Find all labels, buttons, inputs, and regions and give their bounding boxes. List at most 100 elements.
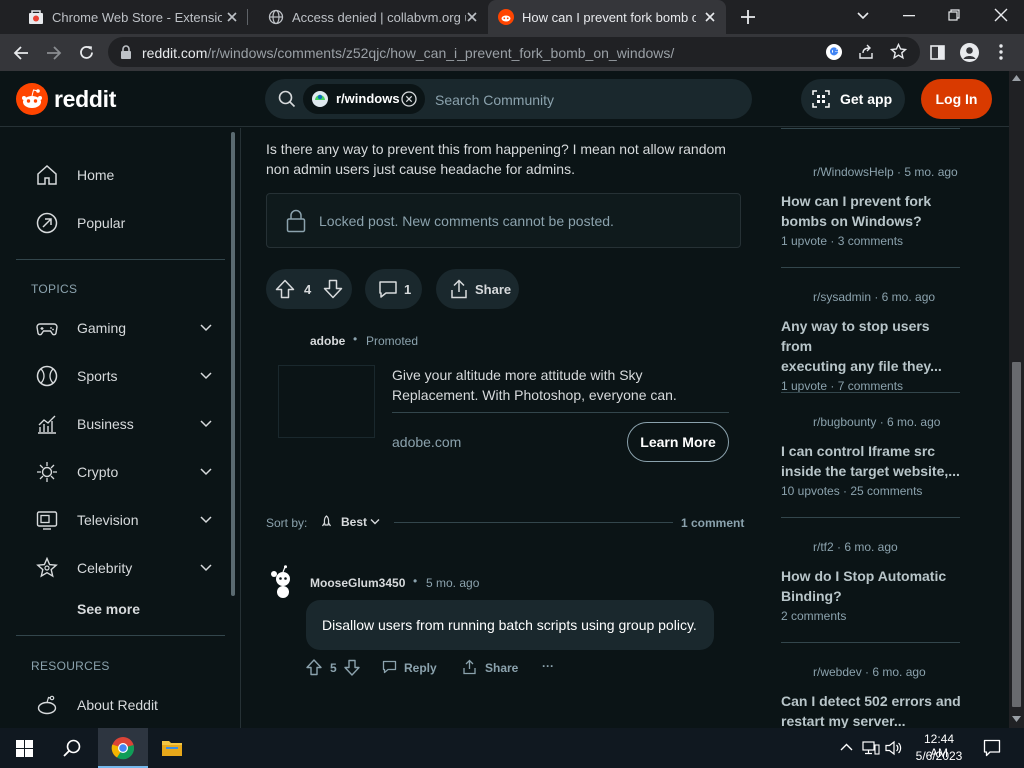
post-share-button[interactable]: Share	[436, 269, 519, 309]
comment-downvote-icon[interactable]	[344, 659, 360, 676]
ad-text-line: Replacement. With Photoshop, everyone ca…	[392, 387, 677, 403]
forward-arrow-icon[interactable]	[46, 45, 62, 61]
chrome-web-store-icon	[29, 10, 43, 24]
related-post-subreddit[interactable]: r/bugbounty · 6 mo. ago	[813, 415, 961, 429]
related-post-card[interactable]: r/webdev · 6 mo. ago Can I detect 502 er…	[781, 665, 961, 728]
get-app-label: Get app	[840, 91, 893, 107]
close-window-icon[interactable]	[994, 8, 1008, 22]
related-post-card[interactable]: r/sysadmin · 6 mo. ago Any way to stop u…	[781, 290, 961, 393]
sidebar-item-crypto[interactable]: Crypto	[30, 452, 220, 492]
bookmark-star-icon[interactable]	[890, 43, 907, 60]
close-tab-icon[interactable]	[466, 11, 478, 23]
sort-dropdown[interactable]: Best	[320, 512, 382, 532]
network-icon[interactable]	[862, 740, 880, 756]
related-post-title[interactable]: How can I prevent fork bombs on Windows?	[781, 191, 961, 231]
side-panel-icon[interactable]	[930, 45, 945, 60]
search-bar[interactable]: r/windows Search Community	[265, 79, 752, 119]
sidebar-item-celebrity[interactable]: Celebrity	[30, 548, 220, 588]
url-text[interactable]: reddit.com/r/windows/comments/z52qjc/how…	[142, 45, 674, 61]
related-post-subreddit[interactable]: r/webdev · 6 mo. ago	[813, 665, 961, 679]
sidebar-item-television[interactable]: Television	[30, 500, 220, 540]
related-post-card[interactable]: r/bugbounty · 6 mo. ago I can control If…	[781, 415, 961, 498]
page-scrollbar[interactable]	[1009, 71, 1024, 728]
comment-upvote-icon[interactable]	[306, 659, 322, 676]
close-tab-icon[interactable]	[704, 11, 716, 23]
post-comments-button[interactable]: 1	[365, 269, 422, 309]
lock-icon[interactable]	[120, 45, 132, 59]
related-post-card[interactable]: r/WindowsHelp · 5 mo. ago How can I prev…	[781, 165, 961, 248]
crypto-icon	[37, 462, 57, 482]
back-arrow-icon[interactable]	[13, 45, 29, 61]
ad-domain[interactable]: adobe.com	[392, 434, 461, 450]
notification-center-icon[interactable]	[983, 739, 1001, 757]
comment-more-options[interactable]: ···	[542, 659, 554, 673]
comment-share-button[interactable]: Share	[462, 656, 522, 678]
taskbar-date[interactable]: 5/6/2023	[914, 749, 964, 763]
profile-avatar-icon[interactable]	[960, 43, 979, 62]
sidebar-item-business[interactable]: Business	[30, 404, 220, 444]
taskbar-chrome-button[interactable]	[98, 728, 148, 768]
reddit-logo-icon[interactable]	[16, 83, 48, 115]
snoo-avatar-icon[interactable]	[268, 565, 296, 599]
chevron-down-icon[interactable]	[200, 563, 212, 573]
volume-icon[interactable]	[885, 740, 903, 756]
clear-community-icon[interactable]	[401, 91, 417, 107]
tab-reddit-active[interactable]: How can I prevent fork bomb on	[488, 0, 726, 34]
restore-icon[interactable]	[948, 9, 960, 21]
new-tab-icon[interactable]	[740, 9, 756, 25]
tray-chevron-up-icon[interactable]	[840, 743, 853, 751]
related-post-subreddit[interactable]: r/tf2 · 6 mo. ago	[813, 540, 961, 554]
search-placeholder[interactable]: Search Community	[435, 92, 554, 108]
minimize-icon[interactable]	[903, 15, 915, 17]
address-bar[interactable]: reddit.com/r/windows/comments/z52qjc/how…	[108, 37, 920, 67]
log-in-button[interactable]: Log In	[921, 79, 992, 119]
chrome-menu-icon[interactable]	[999, 44, 1003, 60]
related-divider	[781, 517, 960, 518]
chevron-down-icon[interactable]	[200, 467, 212, 477]
reddit-wordmark[interactable]: reddit	[54, 86, 116, 113]
post-body: Is there any way to prevent this from ha…	[266, 139, 726, 179]
page-scrollbar-thumb[interactable]	[1012, 362, 1021, 707]
related-post-title[interactable]: How do I Stop Automatic Binding?	[781, 566, 961, 606]
television-icon	[36, 511, 58, 530]
tab-collabvm[interactable]: Access denied | collabvm.org use	[248, 0, 486, 34]
related-post-card[interactable]: r/tf2 · 6 mo. ago How do I Stop Automati…	[781, 540, 961, 623]
share-page-icon[interactable]	[858, 44, 874, 60]
sidebar-item-home[interactable]: Home	[30, 155, 220, 195]
reload-icon[interactable]	[78, 44, 95, 61]
ad-advertiser[interactable]: adobe	[310, 334, 345, 348]
upvote-icon[interactable]	[275, 279, 295, 299]
tab-search-chevron-icon[interactable]	[856, 11, 870, 21]
ad-text[interactable]: Give your altitude more attitude with Sk…	[392, 365, 677, 405]
windows-start-icon[interactable]	[16, 740, 33, 757]
close-tab-icon[interactable]	[226, 11, 238, 23]
related-post-title[interactable]: I can control Iframe src inside the targe…	[781, 441, 961, 481]
comment-reply-button[interactable]: Reply	[382, 656, 440, 678]
sidebar-item-sports[interactable]: Sports	[30, 356, 220, 396]
google-lens-icon[interactable]	[825, 43, 843, 61]
sidebar-item-popular[interactable]: Popular	[30, 203, 220, 243]
chevron-down-icon[interactable]	[200, 323, 212, 333]
related-post-title[interactable]: Any way to stop users from executing any …	[781, 316, 961, 376]
sidebar-scrollbar-thumb[interactable]	[231, 132, 235, 596]
get-app-button[interactable]: Get app	[801, 79, 905, 119]
related-post-subreddit[interactable]: r/WindowsHelp · 5 mo. ago	[813, 165, 961, 179]
chevron-down-icon[interactable]	[200, 515, 212, 525]
related-post-subreddit[interactable]: r/sysadmin · 6 mo. ago	[813, 290, 961, 304]
scroll-up-arrow-icon[interactable]	[1012, 75, 1021, 81]
scroll-down-arrow-icon[interactable]	[1012, 716, 1021, 722]
sidebar-item-about-reddit[interactable]: About Reddit	[30, 685, 220, 725]
sidebar-item-gaming[interactable]: Gaming	[30, 308, 220, 348]
comment-author[interactable]: MooseGlum3450	[310, 576, 405, 590]
see-more-button[interactable]: See more	[77, 601, 140, 617]
ad-thumbnail[interactable]	[278, 365, 375, 438]
community-filter-chip[interactable]: r/windows	[303, 84, 425, 114]
tab-chrome-web-store[interactable]: Chrome Web Store - Extensions	[8, 0, 246, 34]
chevron-down-icon[interactable]	[200, 371, 212, 381]
related-post-title[interactable]: Can I detect 502 errors and restart my se…	[781, 691, 961, 728]
file-explorer-icon[interactable]	[161, 738, 183, 758]
taskbar-search-icon[interactable]	[63, 739, 81, 757]
chevron-down-icon[interactable]	[200, 419, 212, 429]
learn-more-button[interactable]: Learn More	[627, 422, 729, 462]
downvote-icon[interactable]	[323, 279, 343, 299]
